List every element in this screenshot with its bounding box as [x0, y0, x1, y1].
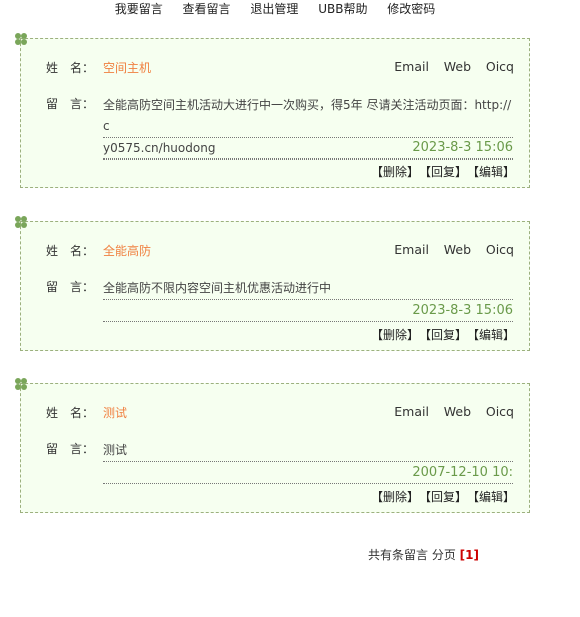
web-link[interactable]: Web — [444, 404, 471, 419]
name-label: 姓 名： — [46, 406, 95, 420]
message-entry: 姓 名： 测试 Email Web Oicq 留 言： 测试 2007-12-1… — [15, 378, 530, 513]
nav-view-messages[interactable]: 查看留言 — [183, 2, 231, 16]
delete-button[interactable]: 【删除】 — [371, 165, 419, 179]
email-link[interactable]: Email — [394, 404, 429, 419]
message-text: 测试 — [103, 440, 513, 462]
post-date: 2007-12-10 10: — [103, 463, 513, 484]
post-date: 2023-8-3 15:06 — [103, 138, 513, 159]
nav-write-message[interactable]: 我要留言 — [115, 2, 163, 16]
entry-actions: 【删除】 【回复】 【编辑】 — [365, 488, 515, 505]
author-name: 空间主机 — [103, 61, 152, 75]
edit-button[interactable]: 【编辑】 — [473, 328, 515, 342]
name-label: 姓 名： — [46, 61, 95, 75]
clover-icon — [15, 33, 27, 45]
pagination: 共有条留言 分页 [1] — [368, 546, 479, 563]
entry-actions: 【删除】 【回复】 【编辑】 — [365, 326, 515, 343]
nav-ubb-help[interactable]: UBB帮助 — [318, 2, 367, 16]
pager-summary: 共有条留言 分页 — [368, 548, 456, 562]
contact-links: Email Web Oicq — [383, 59, 514, 74]
page-link-current[interactable]: [1] — [460, 548, 479, 562]
name-row: 姓 名： 空间主机 Email Web Oicq — [46, 59, 514, 77]
email-link[interactable]: Email — [394, 242, 429, 257]
oicq-link[interactable]: Oicq — [486, 404, 514, 419]
clover-icon — [15, 378, 27, 390]
contact-links: Email Web Oicq — [383, 242, 514, 257]
author-name: 测试 — [103, 406, 128, 420]
email-link[interactable]: Email — [394, 59, 429, 74]
nav-change-password[interactable]: 修改密码 — [387, 2, 435, 16]
name-row: 姓 名： 全能高防 Email Web Oicq — [46, 242, 514, 260]
message-line: 全能高防空间主机活动大进行中一次购买，得5年 尽请关注活动页面：http://c — [103, 95, 513, 138]
delete-button[interactable]: 【删除】 — [371, 490, 419, 504]
reply-button[interactable]: 【回复】 — [425, 165, 467, 179]
clover-icon — [15, 216, 27, 228]
contact-links: Email Web Oicq — [383, 404, 514, 419]
reply-button[interactable]: 【回复】 — [425, 328, 467, 342]
name-row: 姓 名： 测试 Email Web Oicq — [46, 404, 514, 422]
message-text: 全能高防不限内容空间主机优惠活动进行中 — [103, 278, 513, 300]
message-line: 全能高防不限内容空间主机优惠活动进行中 — [103, 278, 513, 300]
message-line: 测试 — [103, 440, 513, 462]
message-label: 留 言： — [46, 442, 95, 456]
edit-button[interactable]: 【编辑】 — [473, 490, 515, 504]
oicq-link[interactable]: Oicq — [486, 59, 514, 74]
edit-button[interactable]: 【编辑】 — [473, 165, 515, 179]
post-date: 2023-8-3 15:06 — [103, 301, 513, 322]
delete-button[interactable]: 【删除】 — [371, 328, 419, 342]
nav-logout-admin[interactable]: 退出管理 — [250, 2, 298, 16]
message-entry: 姓 名： 全能高防 Email Web Oicq 留 言： 全能高防不限内容空间… — [15, 216, 530, 351]
author-name: 全能高防 — [103, 244, 152, 258]
message-label: 留 言： — [46, 280, 95, 294]
name-label: 姓 名： — [46, 244, 95, 258]
reply-button[interactable]: 【回复】 — [425, 490, 467, 504]
entry-actions: 【删除】 【回复】 【编辑】 — [365, 163, 515, 180]
oicq-link[interactable]: Oicq — [486, 242, 514, 257]
web-link[interactable]: Web — [444, 59, 471, 74]
message-entry: 姓 名： 空间主机 Email Web Oicq 留 言： 全能高防空间主机活动… — [15, 33, 530, 188]
message-label: 留 言： — [46, 97, 95, 111]
top-navigation: 我要留言 查看留言 退出管理 UBB帮助 修改密码 — [0, 0, 550, 20]
web-link[interactable]: Web — [444, 242, 471, 257]
